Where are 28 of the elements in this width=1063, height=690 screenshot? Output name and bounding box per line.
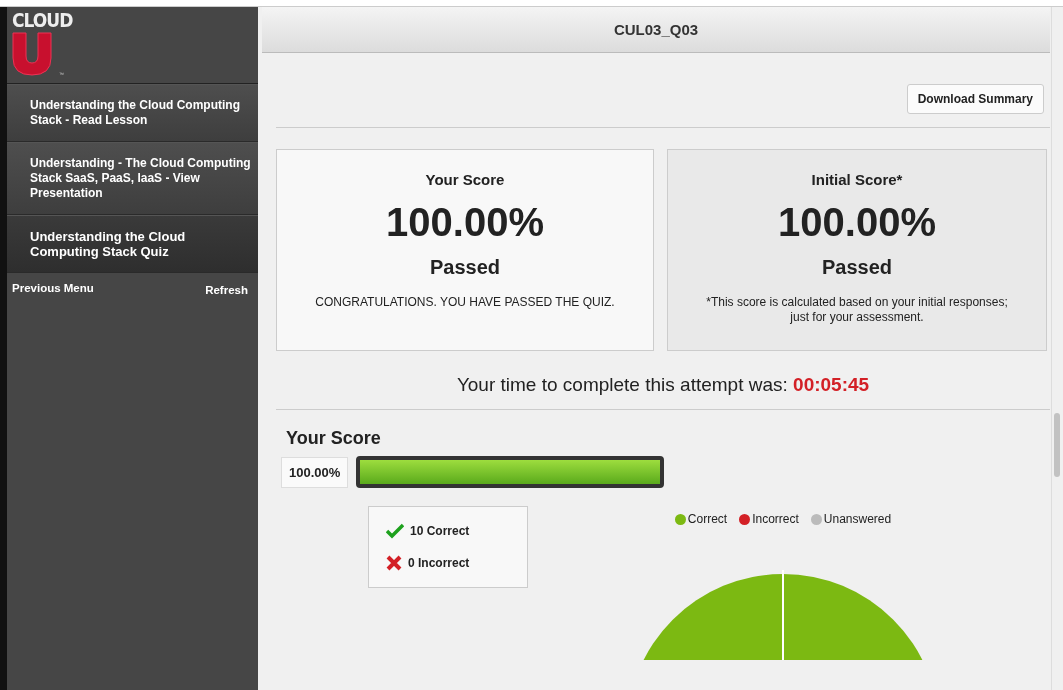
status-text: Passed — [820, 256, 894, 279]
status-text: Passed — [428, 256, 502, 279]
card-note: CONGRATULATIONS. YOU HAVE PASSED THE QUIZ. — [314, 295, 616, 310]
refresh-link[interactable]: Refresh — [205, 284, 248, 296]
tally-label: 0 Incorrect — [408, 556, 470, 570]
card-note: *This score is calculated based on your initial responses; just for your assessment. — [705, 295, 1009, 325]
time-label: Your time to complete this attempt was: — [456, 374, 788, 395]
card-title: Your Score — [424, 171, 506, 188]
sidebar-item[interactable]: Understanding the Cloud Computing Stack Quiz — [7, 215, 258, 273]
legend-label: Incorrect — [752, 512, 799, 526]
download-summary-button[interactable]: Download Summary — [906, 84, 1044, 114]
time-value: 00:05:45 — [793, 374, 870, 395]
tally-label: 10 Correct — [410, 524, 470, 538]
page-title: CUL03_Q03 — [613, 21, 699, 38]
sidebar-item[interactable]: Understanding - The Cloud Computing Stack SaaS, PaaS, IaaS - View Presentation — [7, 142, 258, 215]
u-shape-icon — [12, 32, 52, 76]
section-heading: Your Score — [286, 428, 382, 449]
sidebar-item[interactable]: Understanding the Cloud Computing Stack - Read Lesson — [7, 84, 258, 142]
score-value: 100.00% — [385, 200, 545, 245]
percent-value: 100.00% — [281, 456, 349, 488]
score-value: 100.00% — [777, 200, 937, 245]
legend-label: Correct — [687, 512, 728, 526]
card-title: Initial Score* — [810, 171, 904, 188]
legend-label: Unanswered — [823, 512, 892, 526]
check-icon — [386, 523, 404, 539]
scrollbar-thumb[interactable] — [1054, 413, 1060, 477]
cross-icon — [386, 555, 402, 571]
previous-menu-link[interactable]: Previous Menu — [12, 282, 94, 296]
